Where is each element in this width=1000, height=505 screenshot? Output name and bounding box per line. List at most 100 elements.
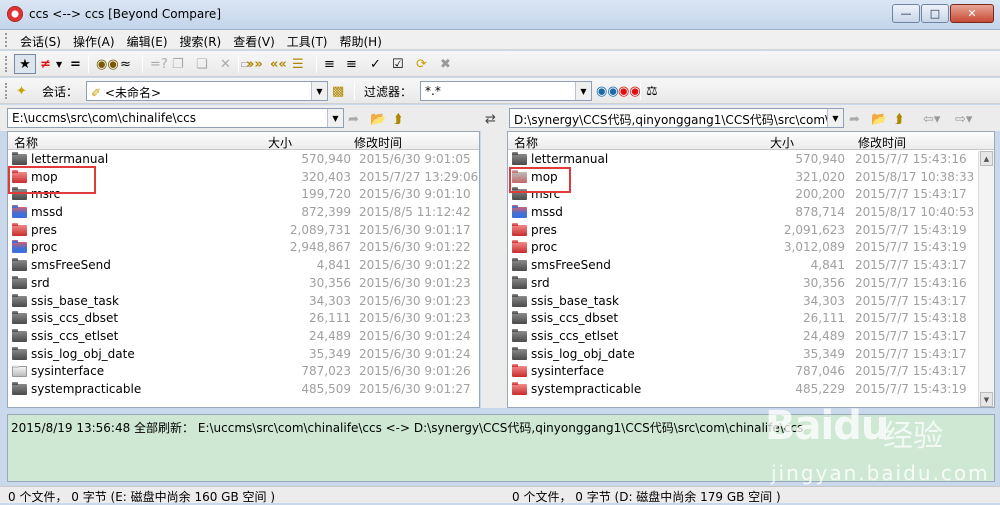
move-icon[interactable]: ❏	[196, 54, 208, 74]
table-row[interactable]: systempracticable 485,509 2015/6/30 9:01:2…	[8, 381, 479, 399]
compare-contents-icon[interactable]: =?	[150, 54, 168, 74]
show-all-icon[interactable]: ★	[14, 54, 36, 74]
left-browse-folder-icon[interactable]: 📂	[370, 109, 386, 129]
table-row[interactable]: mssd 872,399 2015/8/5 11:12:42	[8, 204, 479, 222]
table-row[interactable]: sysinterface 787,023 2015/6/30 9:01:26	[8, 363, 479, 381]
right-col-size[interactable]: 大小	[770, 134, 794, 151]
copy-icon[interactable]: ❐	[172, 54, 184, 74]
left-col-name[interactable]: 名称	[14, 134, 38, 151]
file-size: 321,020	[795, 169, 845, 184]
folder-icon	[12, 311, 27, 325]
file-name: sysinterface	[531, 364, 605, 379]
folder-icon	[12, 169, 27, 183]
menu-item-6[interactable]: 帮助(H)	[340, 32, 382, 51]
scroll-up-icon[interactable]: ▲	[980, 151, 993, 166]
table-row[interactable]: ssis_ccs_dbset 26,111 2015/7/7 15:43:18	[508, 310, 994, 328]
right-browse-folder-icon[interactable]: 📂	[871, 109, 887, 129]
table-row[interactable]: mop 320,403 2015/7/27 13:29:06	[8, 169, 479, 187]
check-list-icon[interactable]: ☑	[392, 54, 404, 74]
minimize-button[interactable]: —	[892, 4, 920, 23]
left-col-time[interactable]: 修改时间	[354, 134, 402, 151]
menu-item-3[interactable]: 搜索(R)	[180, 32, 222, 51]
filter-input[interactable]: *.* ▼	[420, 81, 592, 101]
table-row[interactable]: pres 2,089,731 2015/6/30 9:01:17	[8, 222, 479, 240]
table-row[interactable]: srd 30,356 2015/6/30 9:01:23	[8, 275, 479, 293]
maximize-button[interactable]: □	[921, 4, 949, 23]
minor-diffs-icon[interactable]: ≈	[120, 54, 131, 74]
right-back-icon[interactable]: ➦	[849, 109, 860, 129]
swap-sides-icon[interactable]: ⇄	[485, 109, 496, 129]
menu-item-5[interactable]: 工具(T)	[287, 32, 328, 51]
tree-expand-icon[interactable]: ≡	[346, 54, 357, 74]
table-row[interactable]: srd 30,356 2015/7/7 15:43:16	[508, 275, 994, 293]
show-diffs-icon[interactable]: ≠	[40, 54, 51, 74]
table-row[interactable]: mop 321,020 2015/8/17 10:38:33	[508, 169, 994, 187]
delete-icon[interactable]: ✕	[220, 54, 231, 74]
table-row[interactable]: proc 2,948,867 2015/6/30 9:01:22	[8, 239, 479, 257]
right-col-name[interactable]: 名称	[514, 134, 538, 151]
table-row[interactable]: smsFreeSend 4,841 2015/6/30 9:01:22	[8, 257, 479, 275]
table-row[interactable]: smsFreeSend 4,841 2015/7/7 15:43:17	[508, 257, 994, 275]
file-time: 2015/6/30 9:01:26	[359, 364, 471, 379]
table-row[interactable]: msrc 199,720 2015/6/30 9:01:10	[8, 186, 479, 204]
left-path-input[interactable]: E:\uccms\src\com\chinalife\ccs ▼	[7, 108, 344, 128]
folder-icon	[512, 205, 527, 219]
folder-icon	[512, 222, 527, 236]
flatten-icon[interactable]: ☰	[292, 54, 304, 74]
right-up-folder-icon[interactable]: ⮭	[895, 109, 903, 129]
tree-view-icon[interactable]: ≡	[324, 54, 335, 74]
table-row[interactable]: pres 2,091,623 2015/7/7 15:43:19	[508, 222, 994, 240]
structure-compare-icon[interactable]: ◉◉	[96, 54, 119, 74]
show-same-icon[interactable]: =	[70, 54, 81, 74]
left-back-icon[interactable]: ➦	[348, 109, 359, 129]
left-col-size[interactable]: 大小	[268, 134, 292, 151]
menu-item-4[interactable]: 查看(V)	[233, 32, 275, 51]
refresh-icon[interactable]: ⟳	[416, 54, 427, 74]
left-up-folder-icon[interactable]: ⮭	[394, 109, 402, 129]
expand-all-icon[interactable]: »»	[246, 54, 263, 74]
filter-glasses-off-icon[interactable]: ◉◉	[618, 81, 641, 101]
table-row[interactable]: ssis_ccs_dbset 26,111 2015/6/30 9:01:23	[8, 310, 479, 328]
file-size: 35,349	[803, 346, 845, 361]
filter-glasses-icon[interactable]: ◉◉	[596, 81, 619, 101]
collapse-all-icon[interactable]: ««	[270, 54, 287, 74]
stop-icon[interactable]: ✖	[440, 54, 451, 74]
check-icon[interactable]: ✓	[370, 54, 381, 74]
chevron-down-icon[interactable]: ▼	[311, 82, 327, 100]
file-size: 878,714	[795, 205, 845, 220]
close-button[interactable]: ✕	[950, 4, 994, 23]
right-col-time[interactable]: 修改时间	[858, 134, 906, 151]
save-session-icon[interactable]: ▩	[332, 81, 344, 101]
table-row[interactable]: msrc 200,200 2015/7/7 15:43:17	[508, 186, 994, 204]
table-row[interactable]: ssis_ccs_etlset 24,489 2015/6/30 9:01:24	[8, 328, 479, 346]
right-path-input[interactable]: D:\synergy\CCS代码,qinyonggang1\CCS代码\src\…	[509, 108, 844, 128]
file-size: 3,012,089	[783, 240, 845, 255]
table-row[interactable]: ssis_log_obj_date 35,349 2015/6/30 9:01:24	[8, 346, 479, 364]
chevron-down-icon[interactable]: ▼	[327, 109, 343, 127]
table-row[interactable]: ssis_log_obj_date 35,349 2015/7/7 15:43:17	[508, 346, 994, 364]
table-row[interactable]: sysinterface 787,046 2015/7/7 15:43:17	[508, 363, 994, 381]
menu-item-1[interactable]: 操作(A)	[73, 32, 115, 51]
chevron-down-icon[interactable]: ▼	[827, 109, 843, 127]
pane-splitter[interactable]	[481, 131, 507, 408]
table-row[interactable]: ssis_base_task 34,303 2015/6/30 9:01:23	[8, 293, 479, 311]
history-forward-icon[interactable]: ⇨▾	[955, 109, 972, 129]
show-diffs-dropdown-icon[interactable]: ▼	[56, 54, 62, 74]
left-file-pane[interactable]: 名称 大小 修改时间 lettermanual 570,940 2015/6/30 …	[7, 131, 480, 408]
table-row[interactable]: systempracticable 485,229 2015/7/7 15:43:1…	[508, 381, 994, 399]
scroll-down-icon[interactable]: ▼	[980, 392, 993, 407]
table-row[interactable]: ssis_ccs_etlset 24,489 2015/7/7 15:43:17	[508, 328, 994, 346]
chevron-down-icon[interactable]: ▼	[575, 82, 591, 100]
menu-item-0[interactable]: 会话(S)	[20, 32, 61, 51]
session-select[interactable]: ✐ <未命名> ▼	[86, 81, 328, 101]
table-row[interactable]: proc 3,012,089 2015/7/7 15:43:19	[508, 239, 994, 257]
history-back-icon[interactable]: ⇦▾	[923, 109, 940, 129]
table-row[interactable]: ssis_base_task 34,303 2015/7/7 15:43:17	[508, 293, 994, 311]
table-row[interactable]: mssd 878,714 2015/8/17 10:40:53	[508, 204, 994, 222]
menu-item-2[interactable]: 编辑(E)	[127, 32, 168, 51]
right-file-pane[interactable]: 名称 大小 修改时间 lettermanual 570,940 2015/7/7 1…	[507, 131, 995, 408]
table-row[interactable]: lettermanual 570,940 2015/7/7 15:43:16	[508, 151, 994, 169]
right-scrollbar[interactable]: ▲ ▼	[978, 151, 994, 407]
rules-icon[interactable]: ⚖	[646, 81, 658, 101]
table-row[interactable]: lettermanual 570,940 2015/6/30 9:01:05	[8, 151, 479, 169]
